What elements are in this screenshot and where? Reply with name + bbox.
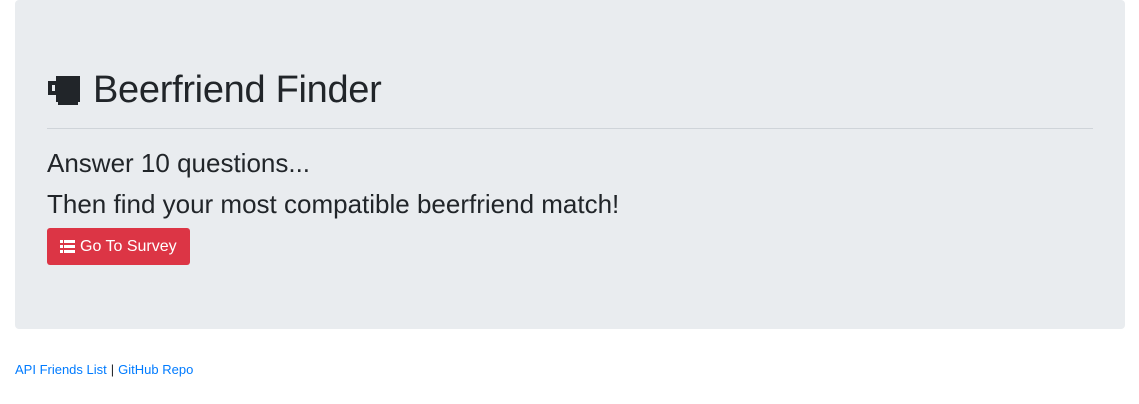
beer-icon bbox=[48, 76, 80, 105]
go-to-survey-label: Go To Survey bbox=[80, 237, 177, 255]
github-repo-link[interactable]: GitHub Repo bbox=[118, 362, 193, 377]
list-icon bbox=[60, 240, 75, 253]
jumbotron: Beerfriend Finder Answer 10 questions...… bbox=[15, 0, 1125, 329]
page-title: Beerfriend Finder bbox=[47, 66, 382, 114]
app-title: Beerfriend Finder bbox=[93, 69, 382, 111]
api-friends-list-link[interactable]: API Friends List bbox=[15, 362, 107, 377]
footer-separator: | bbox=[110, 362, 115, 377]
go-to-survey-button[interactable]: Go To Survey bbox=[47, 228, 190, 265]
intro-line-1: Answer 10 questions... bbox=[47, 148, 311, 178]
divider bbox=[47, 128, 1093, 129]
footer: API Friends List | GitHub Repo bbox=[15, 362, 193, 378]
intro-line-2: Then find your most compatible beerfrien… bbox=[47, 189, 620, 219]
